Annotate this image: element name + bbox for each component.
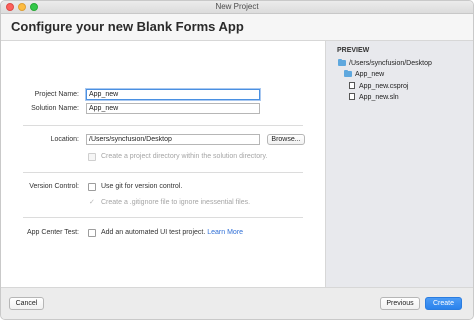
tree-item-label: App_new.csproj	[359, 83, 409, 90]
solution-name-input[interactable]	[86, 103, 260, 114]
tree-item-sln-file: App_new.sln	[349, 93, 399, 101]
ui-test-checkbox[interactable]	[88, 229, 96, 237]
preview-heading: PREVIEW	[337, 47, 370, 54]
page-header: Configure your new Blank Forms App	[1, 14, 473, 41]
use-git-label: Use git for version control.	[101, 183, 183, 190]
cancel-button[interactable]: Cancel	[9, 297, 44, 310]
version-control-label: Version Control:	[29, 183, 79, 190]
tree-item-label: /Users/syncfusion/Desktop	[349, 60, 432, 67]
create-button[interactable]: Create	[425, 297, 462, 310]
previous-button[interactable]: Previous	[380, 297, 420, 310]
learn-more-link[interactable]: Learn More	[207, 229, 243, 236]
file-icon	[349, 93, 355, 100]
new-project-window: New Project Configure your new Blank For…	[0, 0, 474, 320]
tree-item-label: App_new.sln	[359, 94, 399, 101]
ui-test-label: Add an automated UI test project.	[101, 229, 206, 236]
folder-icon	[344, 70, 352, 77]
section-divider	[23, 172, 303, 173]
browse-button[interactable]: Browse...	[267, 134, 305, 145]
window-title: New Project	[215, 2, 259, 11]
gitignore-checkmark-icon[interactable]: ✓	[89, 199, 95, 207]
use-git-checkbox[interactable]	[88, 183, 96, 191]
ui-test-option: Add an automated UI test project. Learn …	[101, 229, 243, 236]
create-directory-checkbox[interactable]	[88, 153, 96, 161]
app-center-test-label: App Center Test:	[26, 229, 79, 236]
section-divider	[23, 125, 303, 126]
folder-icon	[338, 59, 346, 66]
tree-item-label: App_new	[355, 71, 385, 78]
title-bar: New Project	[1, 1, 473, 14]
tree-item-project-folder: App_new	[344, 70, 385, 78]
page-title: Configure your new Blank Forms App	[11, 19, 244, 34]
dialog-footer: Cancel Previous Create	[1, 287, 473, 319]
gitignore-label: Create a .gitignore file to ignore iness…	[101, 199, 251, 206]
location-label: Location:	[50, 136, 79, 143]
configuration-form: Project Name: Solution Name: Location: B…	[1, 41, 325, 287]
tree-item-desktop-folder: /Users/syncfusion/Desktop	[338, 59, 432, 67]
preview-panel: PREVIEW /Users/syncfusion/Desktop App_ne…	[325, 41, 473, 287]
location-input[interactable]	[86, 134, 260, 145]
solution-name-label: Solution Name:	[31, 105, 79, 112]
tree-item-csproj-file: App_new.csproj	[349, 82, 408, 90]
create-directory-label: Create a project directory within the so…	[101, 153, 268, 160]
section-divider	[23, 217, 303, 218]
project-name-label: Project Name:	[34, 91, 79, 98]
project-name-input[interactable]	[86, 89, 260, 100]
file-icon	[349, 82, 355, 89]
